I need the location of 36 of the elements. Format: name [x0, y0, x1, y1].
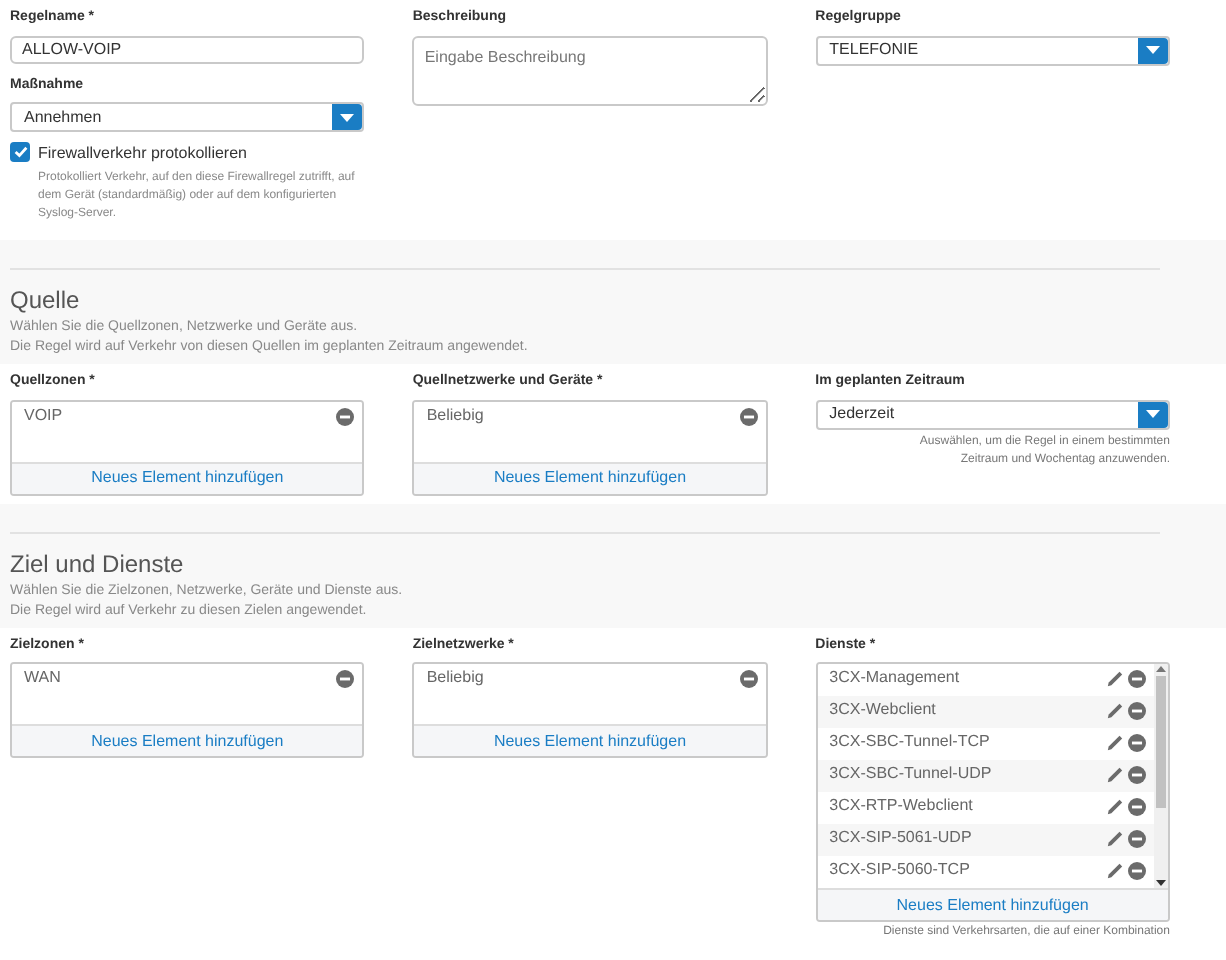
remove-icon[interactable]	[336, 670, 355, 688]
checkbox[interactable]	[10, 142, 30, 162]
check-icon	[13, 146, 27, 158]
select-field[interactable]: TELEFONIE	[815, 35, 1170, 65]
remove-icon[interactable]	[1127, 830, 1146, 848]
description-field[interactable]: Eingabe Beschreibung	[412, 35, 768, 105]
section-title: Ziel und Dienste	[10, 547, 186, 581]
remove-icon[interactable]	[336, 407, 355, 425]
add-element-button[interactable]: Neues Element hinzufügen	[414, 724, 766, 756]
remove-icon[interactable]	[739, 407, 758, 425]
scroll-up-icon[interactable]	[1155, 666, 1166, 672]
checkbox-label: Firewallverkehr protokollieren	[38, 142, 249, 166]
add-element-button[interactable]: Neues Element hinzufügen	[414, 461, 766, 493]
rule-name-field[interactable]: ALLOW-VOIP	[10, 35, 365, 63]
remove-icon[interactable]	[1127, 734, 1146, 752]
caret-icon	[1145, 46, 1160, 54]
caret-icon	[1145, 410, 1160, 418]
remove-icon[interactable]	[1127, 670, 1146, 688]
add-element-button[interactable]: Neues Element hinzufügen	[12, 461, 363, 493]
select-field[interactable]: Jederzeit	[815, 399, 1170, 429]
remove-icon[interactable]	[1127, 766, 1146, 784]
list-item[interactable]: 3CX-SIP-5061-UDP	[817, 824, 1154, 856]
dropdown-button[interactable]	[1137, 401, 1168, 427]
remove-icon[interactable]	[1127, 702, 1146, 720]
remove-icon[interactable]	[739, 670, 758, 688]
add-element-button[interactable]: Neues Element hinzufügen	[817, 888, 1168, 920]
list-item[interactable]: 3CX-Webclient	[817, 696, 1154, 728]
dropdown-button[interactable]	[332, 104, 363, 130]
list-item[interactable]: 3CX-SBC-Tunnel-UDP	[817, 760, 1154, 792]
dropdown-button[interactable]	[1137, 37, 1168, 63]
caret-icon	[340, 113, 355, 121]
select-field[interactable]: Annehmen	[10, 102, 365, 132]
add-element-button[interactable]: Neues Element hinzufügen	[12, 724, 363, 756]
remove-icon[interactable]	[1127, 862, 1146, 880]
section-title: Quelle	[10, 284, 82, 318]
remove-icon[interactable]	[1127, 798, 1146, 816]
